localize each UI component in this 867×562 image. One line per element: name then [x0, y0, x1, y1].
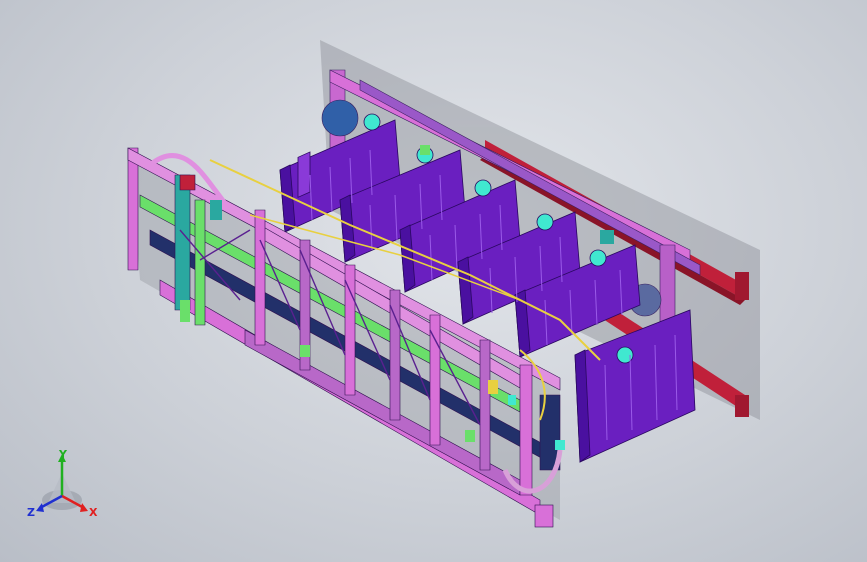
x-axis-label: X [89, 506, 98, 519]
y-axis-label: Y [58, 448, 68, 461]
cad-viewport[interactable]: Y X Z [0, 0, 867, 562]
z-axis-arrow-icon [36, 503, 44, 512]
axis-triad[interactable]: Y X Z [22, 448, 112, 528]
x-axis-arrow-icon [80, 503, 88, 512]
z-axis-label: Z [27, 506, 35, 519]
assembly-model[interactable] [0, 0, 867, 562]
